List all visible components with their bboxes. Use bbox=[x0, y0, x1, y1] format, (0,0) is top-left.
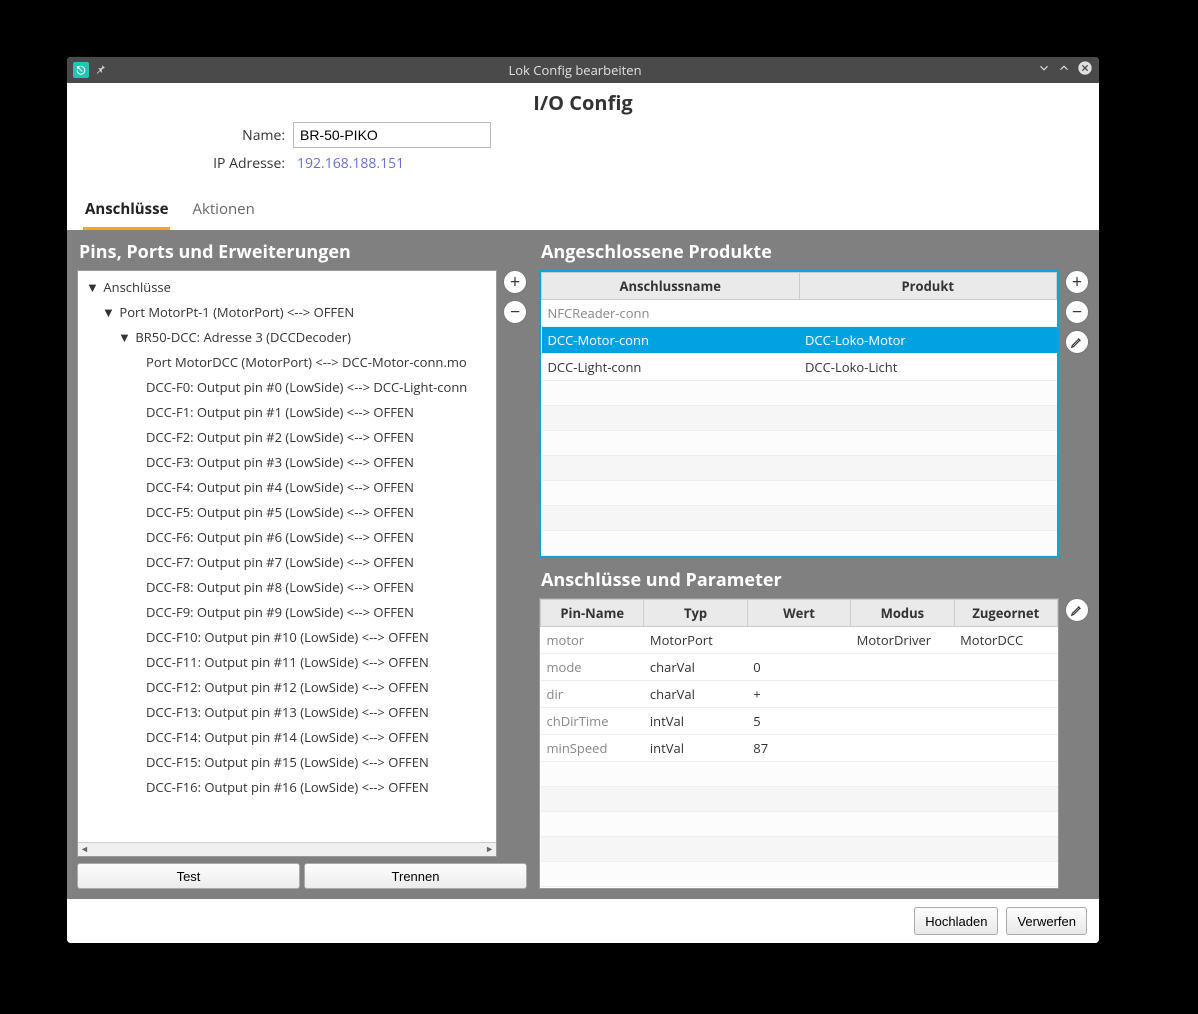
add-product-button[interactable]: + bbox=[1065, 270, 1089, 294]
tree-item[interactable]: DCC-F1: Output pin #1 (LowSide) <--> OFF… bbox=[78, 400, 496, 425]
col-type[interactable]: Typ bbox=[644, 600, 747, 627]
params-title: Anschlüsse und Parameter bbox=[539, 568, 1089, 592]
empty-row bbox=[541, 787, 1058, 812]
tree-body[interactable]: ▼ Anschlüsse ▼ Port MotorPt-1 (MotorPort… bbox=[78, 271, 496, 842]
pins-title: Pins, Ports und Erweiterungen bbox=[77, 240, 527, 264]
minimize-icon[interactable] bbox=[1037, 61, 1051, 79]
remove-product-button[interactable]: − bbox=[1065, 300, 1089, 324]
edit-params-button[interactable] bbox=[1065, 598, 1089, 622]
app-icon: ⎋ bbox=[73, 62, 89, 78]
empty-row bbox=[542, 456, 1057, 481]
caret-icon[interactable]: ▼ bbox=[102, 300, 114, 325]
col-connection-name[interactable]: Anschlussname bbox=[542, 273, 800, 300]
tree-item[interactable]: DCC-F15: Output pin #15 (LowSide) <--> O… bbox=[78, 750, 496, 775]
tree-item[interactable]: DCC-F4: Output pin #4 (LowSide) <--> OFF… bbox=[78, 475, 496, 500]
tree-item[interactable]: DCC-F16: Output pin #16 (LowSide) <--> O… bbox=[78, 775, 496, 800]
tree-item[interactable]: DCC-F2: Output pin #2 (LowSide) <--> OFF… bbox=[78, 425, 496, 450]
products-title: Angeschlossene Produkte bbox=[539, 240, 1089, 264]
name-input[interactable] bbox=[293, 122, 491, 148]
col-mode[interactable]: Modus bbox=[851, 600, 954, 627]
empty-row bbox=[542, 406, 1057, 431]
test-button[interactable]: Test bbox=[77, 863, 300, 889]
tree-item[interactable]: DCC-F10: Output pin #10 (LowSide) <--> O… bbox=[78, 625, 496, 650]
close-icon[interactable] bbox=[1077, 60, 1093, 80]
tree-item[interactable]: DCC-F5: Output pin #5 (LowSide) <--> OFF… bbox=[78, 500, 496, 525]
edit-product-button[interactable] bbox=[1065, 330, 1089, 354]
tree-l1-label: Port MotorPt-1 (MotorPort) <--> OFFEN bbox=[119, 303, 354, 321]
param-row[interactable]: chDirTimeintVal5 bbox=[541, 708, 1058, 735]
page-title: I/O Config bbox=[67, 83, 1099, 120]
horizontal-scrollbar[interactable] bbox=[78, 842, 496, 856]
ip-address-link[interactable]: 192.168.188.151 bbox=[293, 154, 404, 173]
tree-view: ▼ Anschlüsse ▼ Port MotorPt-1 (MotorPort… bbox=[77, 270, 497, 857]
add-button[interactable]: + bbox=[503, 270, 527, 294]
tree-level2[interactable]: ▼ BR50-DCC: Adresse 3 (DCCDecoder) bbox=[78, 325, 496, 350]
window-title: Lok Config bearbeiten bbox=[113, 61, 1037, 79]
name-label: Name: bbox=[67, 126, 293, 145]
app-window: ⎋ Lok Config bearbeiten I/O Config Name:… bbox=[67, 57, 1099, 943]
empty-row bbox=[541, 812, 1058, 837]
param-row[interactable]: minSpeedintVal87 bbox=[541, 735, 1058, 762]
col-product[interactable]: Produkt bbox=[799, 273, 1057, 300]
empty-row bbox=[542, 506, 1057, 531]
tree-item[interactable]: DCC-F14: Output pin #14 (LowSide) <--> O… bbox=[78, 725, 496, 750]
param-row[interactable]: modecharVal0 bbox=[541, 654, 1058, 681]
left-panel: Pins, Ports und Erweiterungen ▼ Anschlüs… bbox=[77, 240, 527, 889]
ip-label: IP Adresse: bbox=[67, 154, 293, 173]
col-value[interactable]: Wert bbox=[747, 600, 850, 627]
upload-button[interactable]: Hochladen bbox=[914, 907, 998, 935]
param-row[interactable]: dircharVal+ bbox=[541, 681, 1058, 708]
params-table: Pin-Name Typ Wert Modus Zugeornet motorM… bbox=[539, 598, 1059, 889]
product-row[interactable]: DCC-Motor-connDCC-Loko-Motor bbox=[542, 327, 1057, 354]
right-panel: Angeschlossene Produkte Anschlussname Pr… bbox=[539, 240, 1089, 889]
titlebar: ⎋ Lok Config bearbeiten bbox=[67, 57, 1099, 83]
tree-item[interactable]: DCC-F9: Output pin #9 (LowSide) <--> OFF… bbox=[78, 600, 496, 625]
product-row[interactable]: NFCReader-conn bbox=[542, 300, 1057, 327]
tree-item[interactable]: DCC-F6: Output pin #6 (LowSide) <--> OFF… bbox=[78, 525, 496, 550]
product-row[interactable]: DCC-Light-connDCC-Loko-Licht bbox=[542, 354, 1057, 381]
empty-row bbox=[542, 431, 1057, 456]
main-area: Pins, Ports und Erweiterungen ▼ Anschlüs… bbox=[67, 230, 1099, 899]
empty-row bbox=[541, 762, 1058, 787]
empty-row bbox=[542, 381, 1057, 406]
tab-actions[interactable]: Aktionen bbox=[190, 193, 256, 230]
tree-root[interactable]: ▼ Anschlüsse bbox=[78, 275, 496, 300]
tabs: Anschlüsse Aktionen bbox=[67, 187, 1099, 230]
tree-item[interactable]: Port MotorDCC (MotorPort) <--> DCC-Motor… bbox=[78, 350, 496, 375]
tree-level1[interactable]: ▼ Port MotorPt-1 (MotorPort) <--> OFFEN bbox=[78, 300, 496, 325]
caret-icon[interactable]: ▼ bbox=[86, 275, 98, 300]
tree-item[interactable]: DCC-F11: Output pin #11 (LowSide) <--> O… bbox=[78, 650, 496, 675]
tree-l2-label: BR50-DCC: Adresse 3 (DCCDecoder) bbox=[135, 328, 351, 346]
products-table: Anschlussname Produkt NFCReader-connDCC-… bbox=[539, 270, 1059, 558]
tree-root-label: Anschlüsse bbox=[103, 278, 171, 296]
empty-row bbox=[541, 837, 1058, 862]
tree-item[interactable]: DCC-F12: Output pin #12 (LowSide) <--> O… bbox=[78, 675, 496, 700]
footer: Hochladen Verwerfen bbox=[67, 899, 1099, 943]
empty-row bbox=[542, 531, 1057, 556]
empty-row bbox=[542, 481, 1057, 506]
empty-row bbox=[541, 862, 1058, 887]
tab-connections[interactable]: Anschlüsse bbox=[83, 193, 170, 230]
pin-icon[interactable] bbox=[95, 61, 107, 79]
tree-item[interactable]: DCC-F8: Output pin #8 (LowSide) <--> OFF… bbox=[78, 575, 496, 600]
tree-item[interactable]: DCC-F7: Output pin #7 (LowSide) <--> OFF… bbox=[78, 550, 496, 575]
col-pin-name[interactable]: Pin-Name bbox=[541, 600, 644, 627]
header-form: Name: IP Adresse: 192.168.188.151 bbox=[67, 120, 1099, 187]
remove-button[interactable]: − bbox=[503, 300, 527, 324]
maximize-icon[interactable] bbox=[1057, 61, 1071, 79]
tree-item[interactable]: DCC-F0: Output pin #0 (LowSide) <--> DCC… bbox=[78, 375, 496, 400]
discard-button[interactable]: Verwerfen bbox=[1006, 907, 1087, 935]
caret-icon[interactable]: ▼ bbox=[118, 325, 130, 350]
disconnect-button[interactable]: Trennen bbox=[304, 863, 527, 889]
tree-item[interactable]: DCC-F13: Output pin #13 (LowSide) <--> O… bbox=[78, 700, 496, 725]
col-assigned[interactable]: Zugeornet bbox=[954, 600, 1057, 627]
tree-item[interactable]: DCC-F3: Output pin #3 (LowSide) <--> OFF… bbox=[78, 450, 496, 475]
param-row[interactable]: motorMotorPortMotorDriverMotorDCC bbox=[541, 627, 1058, 654]
